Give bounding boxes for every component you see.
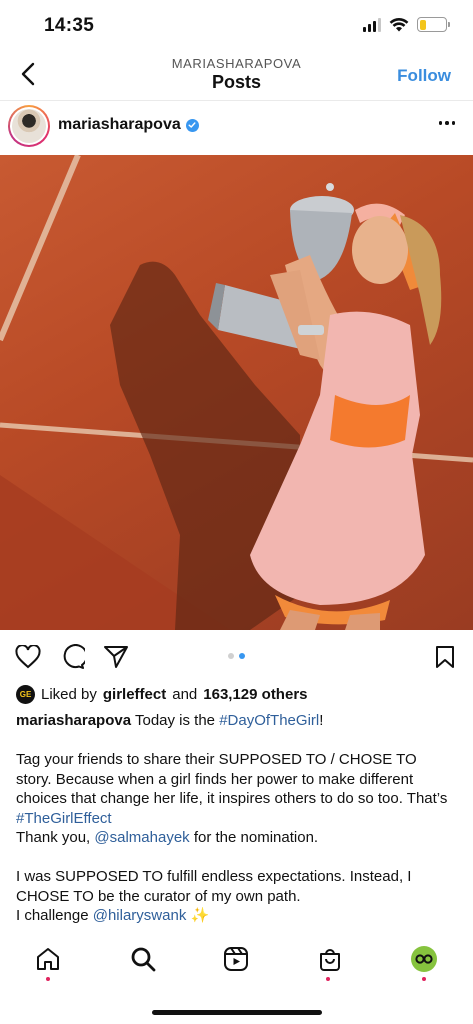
battery-icon xyxy=(417,17,450,32)
likes-and: and xyxy=(172,685,198,703)
share-icon[interactable] xyxy=(102,643,130,671)
cellular-signal-icon xyxy=(363,17,381,32)
wifi-icon xyxy=(389,18,409,32)
heart-icon[interactable] xyxy=(14,643,42,671)
caption-paragraph-2: Tag your friends to share their SUPPOSED… xyxy=(16,750,456,828)
liker-username[interactable]: girleffect xyxy=(103,686,166,703)
search-icon[interactable] xyxy=(128,944,158,974)
hashtag-day-of-the-girl[interactable]: #DayOfTheGirl xyxy=(219,712,319,729)
caption-line-1: mariasharapova Today is the #DayOfTheGir… xyxy=(16,711,456,731)
avatar-image xyxy=(12,109,46,143)
carousel-indicator xyxy=(228,653,245,659)
battery-level xyxy=(419,19,426,30)
caption-paragraph-3: I was SUPPOSED TO fulfill endless expect… xyxy=(16,868,412,905)
post-photo xyxy=(0,155,473,630)
comment-icon[interactable] xyxy=(58,643,86,671)
shop-notification-dot xyxy=(326,977,330,981)
status-icons xyxy=(363,17,450,32)
mention-hilaryswank[interactable]: @hilaryswank xyxy=(93,907,187,924)
bottom-tab-bar xyxy=(0,934,473,1024)
status-time: 14:35 xyxy=(44,15,95,36)
verified-badge-icon xyxy=(185,118,199,132)
likes-summary[interactable]: GE Liked by girleffect and 163,129 other… xyxy=(16,683,457,705)
shop-icon[interactable] xyxy=(315,944,345,974)
caption-thanks-suffix: for the nomination. xyxy=(189,829,319,846)
likes-others-count[interactable]: 163,129 others xyxy=(203,686,307,703)
post-username-label: mariasharapova xyxy=(58,116,181,133)
liker-avatar: GE xyxy=(16,684,35,704)
caption-challenge-prefix: I challenge xyxy=(16,907,93,924)
post-username[interactable]: mariasharapova xyxy=(58,116,199,134)
mention-salmahayek[interactable]: @salmahayek xyxy=(94,829,189,846)
caption-line1-end: ! xyxy=(319,712,324,729)
caption-line1-text: Today is the xyxy=(131,712,220,729)
reels-icon[interactable] xyxy=(221,944,251,974)
more-options-icon[interactable] xyxy=(437,113,457,133)
carousel-dot-active xyxy=(239,653,245,659)
nav-header: MARIASHARAPOVA Posts Follow xyxy=(0,52,473,100)
hashtag-the-girl-effect[interactable]: #TheGirlEffect xyxy=(16,810,112,827)
carousel-dot xyxy=(228,653,234,659)
likes-prefix: Liked by xyxy=(41,685,97,703)
post-actions xyxy=(0,640,473,674)
home-indicator xyxy=(152,1010,322,1015)
home-icon[interactable] xyxy=(33,944,63,974)
caption-username[interactable]: mariasharapova xyxy=(16,712,131,729)
post-header: mariasharapova xyxy=(0,101,473,155)
status-bar: 14:35 xyxy=(0,0,473,52)
profile-notification-dot xyxy=(422,977,426,981)
follow-button[interactable]: Follow xyxy=(397,66,451,86)
caption-challenge: I challenge @hilaryswank ✨ xyxy=(16,906,456,926)
avatar[interactable] xyxy=(8,105,50,147)
caption-thanks: Thank you, @salmahayek for the nominatio… xyxy=(16,828,456,848)
home-notification-dot xyxy=(46,977,50,981)
caption-thanks-prefix: Thank you, xyxy=(16,829,95,846)
bookmark-icon[interactable] xyxy=(431,643,459,671)
post-caption: mariasharapova Today is the #DayOfTheGir… xyxy=(16,711,456,926)
post-image[interactable] xyxy=(0,155,473,630)
sparkles-emoji: ✨ xyxy=(190,907,210,924)
caption-para2-text: Tag your friends to share their SUPPOSED… xyxy=(16,751,448,807)
profile-avatar-icon[interactable] xyxy=(411,946,437,972)
